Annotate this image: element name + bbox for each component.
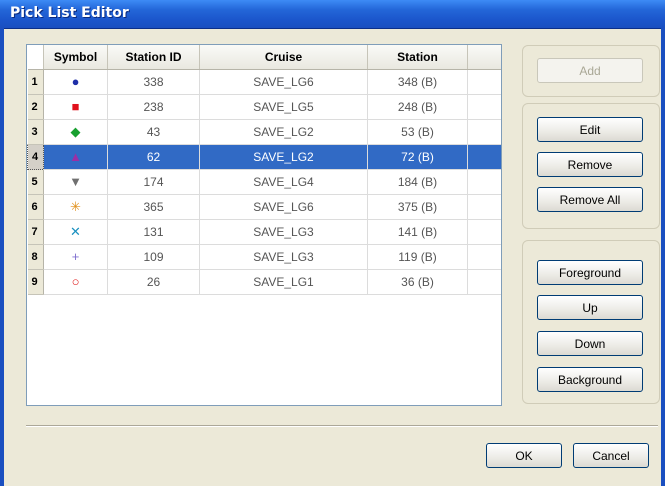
square-filled-icon: ■ xyxy=(71,99,80,114)
filler-cell xyxy=(467,69,501,95)
header-cruise[interactable]: Cruise xyxy=(199,45,368,70)
down-button[interactable]: Down xyxy=(537,331,643,356)
table-row[interactable]: 7 ✕ 131 SAVE_LG3 141 (B) xyxy=(27,219,501,245)
station-id-cell[interactable]: 238 xyxy=(107,94,200,120)
filler-cell xyxy=(467,94,501,120)
cruise-cell[interactable]: SAVE_LG5 xyxy=(199,94,368,120)
row-number[interactable]: 2 xyxy=(27,94,44,120)
symbol-cell[interactable]: ◆ xyxy=(43,119,108,145)
cruise-cell[interactable]: SAVE_LG3 xyxy=(199,219,368,245)
header-corner xyxy=(27,45,44,70)
symbol-cell[interactable]: + xyxy=(43,244,108,270)
circle-open-icon: ○ xyxy=(71,274,80,289)
station-id-cell[interactable]: 365 xyxy=(107,194,200,220)
row-number[interactable]: 1 xyxy=(27,69,44,95)
add-button[interactable]: Add xyxy=(537,58,643,83)
symbol-cell[interactable]: ▼ xyxy=(43,169,108,195)
station-id-cell[interactable]: 26 xyxy=(107,269,200,295)
table-row[interactable]: 5 ▼ 174 SAVE_LG4 184 (B) xyxy=(27,169,501,195)
filler-cell xyxy=(467,269,501,295)
title-bar[interactable]: Pick List Editor xyxy=(0,0,665,29)
table-header-row: Symbol Station ID Cruise Station xyxy=(27,45,501,70)
cruise-cell[interactable]: SAVE_LG4 xyxy=(199,169,368,195)
station-id-cell[interactable]: 43 xyxy=(107,119,200,145)
filler-cell xyxy=(467,169,501,195)
cruise-cell[interactable]: SAVE_LG1 xyxy=(199,269,368,295)
station-id-cell[interactable]: 338 xyxy=(107,69,200,95)
header-station[interactable]: Station xyxy=(367,45,468,70)
header-symbol[interactable]: Symbol xyxy=(43,45,108,70)
station-cell[interactable]: 375 (B) xyxy=(367,194,468,220)
station-id-cell[interactable]: 131 xyxy=(107,219,200,245)
symbol-cell[interactable]: ✳ xyxy=(43,194,108,220)
triangle-down-icon: ▼ xyxy=(69,174,82,189)
table-row[interactable]: 8 +109 SAVE_LG3 119 (B) xyxy=(27,244,501,270)
row-number[interactable]: 3 xyxy=(27,119,44,145)
symbol-cell[interactable]: ○ xyxy=(43,269,108,295)
diamond-filled-icon: ◆ xyxy=(70,124,81,139)
window-frame-left xyxy=(0,28,4,486)
row-number[interactable]: 6 xyxy=(27,194,44,220)
station-cell[interactable]: 53 (B) xyxy=(367,119,468,145)
window-frame-right xyxy=(661,28,665,486)
cruise-cell[interactable]: SAVE_LG2 xyxy=(199,119,368,145)
table-row[interactable]: 9 ○ 26 SAVE_LG1 36 (B) xyxy=(27,269,501,295)
station-id-cell[interactable]: 62 xyxy=(107,144,200,170)
cruise-cell[interactable]: SAVE_LG2 xyxy=(199,144,368,170)
row-number[interactable]: 8 xyxy=(27,244,44,270)
table-row[interactable]: 1 ● 338 SAVE_LG6 348 (B) xyxy=(27,69,501,95)
filler-cell xyxy=(467,144,501,170)
foreground-button[interactable]: Foreground xyxy=(537,260,643,285)
table-row[interactable]: 6 ✳ 365 SAVE_LG6 375 (B) xyxy=(27,194,501,220)
separator xyxy=(26,425,658,427)
station-cell[interactable]: 348 (B) xyxy=(367,69,468,95)
symbol-cell[interactable]: ✕ xyxy=(43,219,108,245)
cruise-cell[interactable]: SAVE_LG3 xyxy=(199,244,368,270)
remove-all-button[interactable]: Remove All xyxy=(537,187,643,212)
ok-button[interactable]: OK xyxy=(486,443,562,468)
asterisk-icon: ✳ xyxy=(70,199,81,214)
plus-icon: + xyxy=(71,249,80,264)
table-row[interactable]: 2 ■ 238 SAVE_LG5 248 (B) xyxy=(27,94,501,120)
row-number[interactable]: 7 xyxy=(27,219,44,245)
table-row[interactable]: 4 ▲ 62 SAVE_LG2 72 (B) xyxy=(27,144,501,170)
filler-cell xyxy=(467,219,501,245)
circle-filled-icon: ● xyxy=(71,74,80,89)
filler-cell xyxy=(467,244,501,270)
remove-button[interactable]: Remove xyxy=(537,152,643,177)
cancel-button[interactable]: Cancel xyxy=(573,443,649,468)
row-number[interactable]: 5 xyxy=(27,169,44,195)
symbol-cell[interactable]: ■ xyxy=(43,94,108,120)
up-button[interactable]: Up xyxy=(537,295,643,320)
table-row[interactable]: 3 ◆ 43 SAVE_LG2 53 (B) xyxy=(27,119,501,145)
cruise-cell[interactable]: SAVE_LG6 xyxy=(199,69,368,95)
edit-button[interactable]: Edit xyxy=(537,117,643,142)
row-number[interactable]: 9 xyxy=(27,269,44,295)
pick-list-editor-window: Pick List Editor Symbol Station ID Cruis… xyxy=(0,0,665,486)
station-cell[interactable]: 119 (B) xyxy=(367,244,468,270)
station-cell[interactable]: 184 (B) xyxy=(367,169,468,195)
symbol-cell[interactable]: ▲ xyxy=(43,144,108,170)
symbol-cell[interactable]: ● xyxy=(43,69,108,95)
row-number[interactable]: 4 xyxy=(27,144,44,170)
station-id-cell[interactable]: 174 xyxy=(107,169,200,195)
station-cell[interactable]: 141 (B) xyxy=(367,219,468,245)
station-id-cell[interactable]: 109 xyxy=(107,244,200,270)
filler-cell xyxy=(467,119,501,145)
header-filler xyxy=(467,45,501,70)
cruise-cell[interactable]: SAVE_LG6 xyxy=(199,194,368,220)
filler-cell xyxy=(467,194,501,220)
window-title: Pick List Editor xyxy=(10,5,129,21)
header-station-id[interactable]: Station ID xyxy=(107,45,200,70)
background-button[interactable]: Background xyxy=(537,367,643,392)
pick-list-table[interactable]: Symbol Station ID Cruise Station 1 ● 338 SA… xyxy=(26,44,502,406)
station-cell[interactable]: 248 (B) xyxy=(367,94,468,120)
station-cell[interactable]: 72 (B) xyxy=(367,144,468,170)
station-cell[interactable]: 36 (B) xyxy=(367,269,468,295)
cross-x-icon: ✕ xyxy=(70,224,81,239)
triangle-up-icon: ▲ xyxy=(69,149,82,164)
